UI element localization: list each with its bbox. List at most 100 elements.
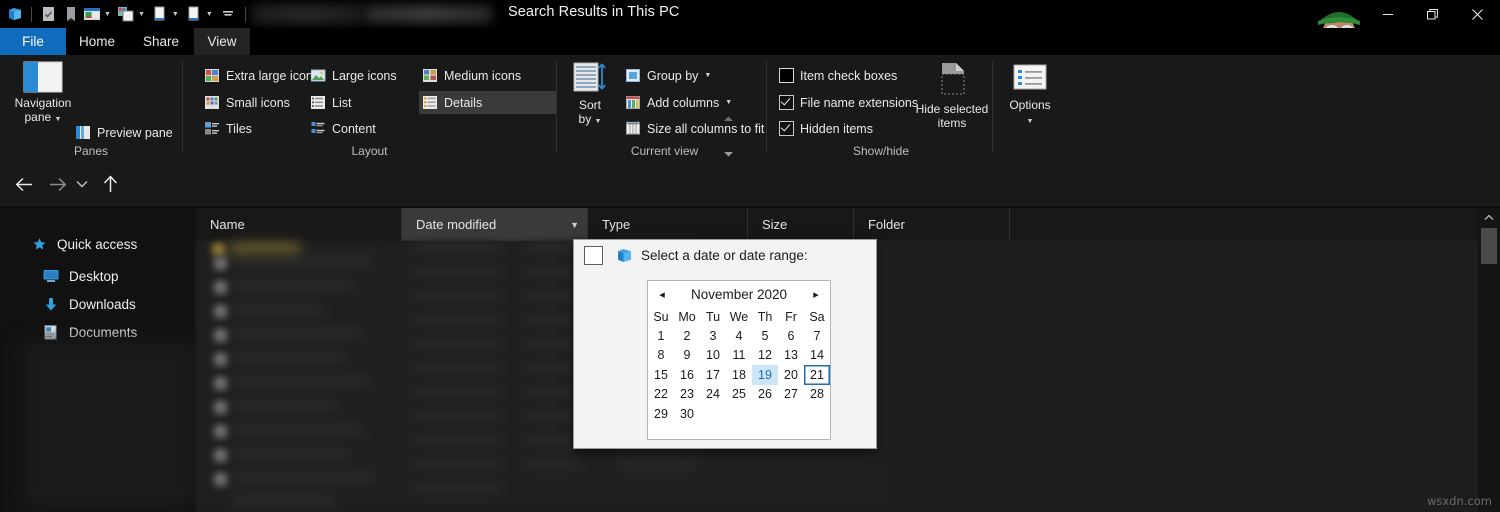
column-header-type[interactable]: Type	[588, 208, 748, 241]
chevron-down-icon[interactable]: ▼	[206, 11, 213, 18]
scrollbar-thumb[interactable]	[1481, 228, 1497, 264]
sidebar-item-quick-access[interactable]: Quick access	[0, 230, 226, 258]
layout-small-icons[interactable]: Small icons	[201, 91, 294, 114]
navigation-pane-button[interactable]: Navigation pane ▼	[4, 61, 82, 124]
calendar-day-22[interactable]: 22	[648, 385, 674, 405]
tab-view[interactable]: View	[194, 28, 250, 55]
table-row[interactable]	[234, 329, 362, 339]
close-button[interactable]	[1455, 0, 1500, 28]
vertical-scrollbar[interactable]	[1478, 208, 1500, 512]
calendar-day-6[interactable]: 6	[778, 326, 804, 346]
easy-access-icon[interactable]	[183, 3, 205, 25]
copy-icon[interactable]	[115, 3, 137, 25]
table-row[interactable]	[234, 305, 324, 315]
calendar-day-10[interactable]: 10	[700, 346, 726, 366]
table-row[interactable]	[234, 473, 376, 483]
layout-details[interactable]: Details	[419, 91, 557, 114]
calendar-days-grid[interactable]: 1234567891011121314151617181920212223242…	[648, 326, 830, 424]
calendar-month-label[interactable]: November 2020	[691, 287, 787, 302]
calendar-day-27[interactable]: 27	[778, 385, 804, 405]
chevron-down-icon[interactable]: ▼	[704, 72, 711, 80]
sort-by-button[interactable]: Sort by ▼	[561, 61, 619, 126]
layout-content[interactable]: Content	[307, 117, 380, 140]
calendar-day-17[interactable]: 17	[700, 365, 726, 385]
explorer-icon[interactable]	[4, 3, 26, 25]
calendar-day-26[interactable]: 26	[752, 385, 778, 405]
column-header-folder[interactable]: Folder	[854, 208, 1010, 241]
calendar-day-24[interactable]: 24	[700, 385, 726, 405]
recent-locations-button[interactable]	[72, 170, 92, 198]
calendar-prev-month-icon[interactable]: ◂	[655, 288, 669, 301]
calendar-day-29[interactable]: 29	[648, 404, 674, 424]
calendar-day-2[interactable]: 2	[674, 326, 700, 346]
table-row[interactable]	[234, 401, 338, 411]
calendar-day-30[interactable]: 30	[674, 404, 700, 424]
calendar-next-month-icon[interactable]: ▸	[809, 288, 823, 301]
table-row[interactable]	[234, 257, 374, 267]
new-folder-icon[interactable]	[59, 3, 81, 25]
options-button[interactable]: Options ▼	[991, 63, 1069, 126]
calendar-day-12[interactable]: 12	[752, 346, 778, 366]
calendar-day-16[interactable]: 16	[674, 365, 700, 385]
preview-pane-button[interactable]: Preview pane	[72, 121, 177, 144]
layout-large-icons[interactable]: Large icons	[307, 64, 401, 87]
select-date-checkbox[interactable]	[584, 246, 603, 265]
chevron-down-icon[interactable]: ▼	[55, 116, 62, 123]
calendar-day-21[interactable]: 21	[804, 365, 830, 385]
calendar-day-5[interactable]: 5	[752, 326, 778, 346]
scroll-up-icon[interactable]	[1478, 208, 1500, 226]
chevron-down-icon[interactable]: ▼	[1027, 118, 1034, 125]
customize-qat-icon[interactable]	[217, 3, 239, 25]
column-header-empty[interactable]	[1010, 208, 1478, 241]
calendar-day-8[interactable]: 8	[648, 346, 674, 366]
table-row[interactable]	[234, 281, 354, 291]
layout-medium-icons[interactable]: Medium icons	[419, 64, 525, 87]
calendar-day-3[interactable]: 3	[700, 326, 726, 346]
calendar-day-13[interactable]: 13	[778, 346, 804, 366]
chevron-down-icon[interactable]: ▼	[172, 11, 179, 18]
column-header-size[interactable]: Size	[748, 208, 854, 241]
calendar-day-14[interactable]: 14	[804, 346, 830, 366]
hidden-items-checkbox[interactable]	[779, 121, 794, 136]
calendar-day-9[interactable]: 9	[674, 346, 700, 366]
hide-selected-items-button[interactable]: Hide selected items	[909, 61, 995, 130]
up-button[interactable]	[96, 170, 124, 198]
tab-home[interactable]: Home	[66, 28, 128, 55]
item-check-boxes-option[interactable]: Item check boxes	[775, 64, 901, 87]
table-row[interactable]	[234, 377, 370, 387]
calendar-day-19[interactable]: 19	[752, 365, 778, 385]
tab-file[interactable]: File	[0, 28, 66, 55]
layout-list[interactable]: List	[307, 91, 355, 114]
tab-share[interactable]: Share	[128, 28, 194, 55]
calendar-day-25[interactable]: 25	[726, 385, 752, 405]
calendar-day-1[interactable]: 1	[648, 326, 674, 346]
file-name-extensions-option[interactable]: File name extensions	[775, 91, 922, 114]
calendar-day-11[interactable]: 11	[726, 346, 752, 366]
forward-button[interactable]	[44, 170, 72, 198]
calendar-day-18[interactable]: 18	[726, 365, 752, 385]
calendar-day-20[interactable]: 20	[778, 365, 804, 385]
minimize-button[interactable]	[1365, 0, 1410, 28]
properties-icon[interactable]	[37, 3, 59, 25]
chevron-down-icon[interactable]: ▼	[104, 11, 111, 18]
calendar-day-7[interactable]: 7	[804, 326, 830, 346]
calendar-day-23[interactable]: 23	[674, 385, 700, 405]
hidden-items-option[interactable]: Hidden items	[775, 117, 877, 140]
back-button[interactable]	[10, 170, 38, 198]
size-all-columns-button[interactable]: Size all columns to fit	[622, 117, 768, 140]
column-header-date-modified[interactable]: Date modified ▼	[402, 208, 588, 241]
pin-ribbon-icon[interactable]	[81, 3, 103, 25]
table-row[interactable]	[234, 353, 346, 363]
chevron-down-icon[interactable]: ▼	[570, 220, 579, 230]
add-columns-button[interactable]: Add columns ▼	[622, 91, 736, 114]
table-row[interactable]	[234, 449, 352, 459]
group-by-button[interactable]: Group by ▼	[622, 64, 715, 87]
table-row[interactable]	[230, 243, 300, 255]
layout-extra-large-icons[interactable]: Extra large icons	[201, 64, 323, 87]
table-row[interactable]	[234, 495, 334, 505]
table-row[interactable]	[234, 425, 364, 435]
restore-button[interactable]	[1410, 0, 1455, 28]
chevron-down-icon[interactable]: ▼	[725, 99, 732, 107]
calendar[interactable]: ◂ November 2020 ▸ SuMoTuWeThFrSa 1234567…	[647, 280, 831, 440]
file-name-extensions-checkbox[interactable]	[779, 95, 794, 110]
